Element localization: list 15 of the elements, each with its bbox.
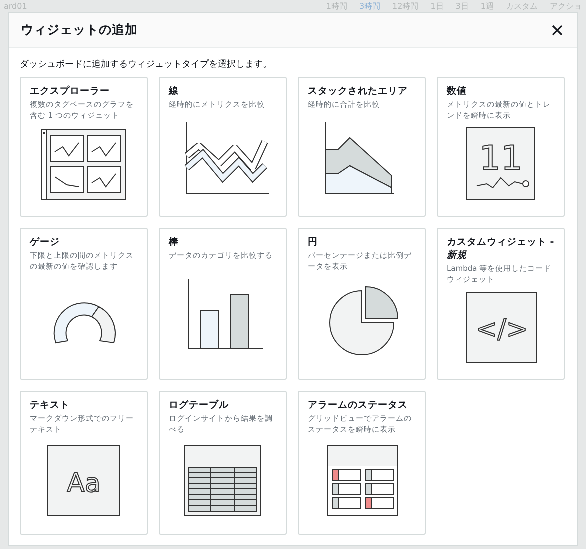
widget-title: ゲージ: [30, 237, 61, 250]
widget-title: カスタムウィジェット - 新規: [447, 237, 555, 263]
widget-title: 円: [308, 237, 319, 250]
close-icon: [552, 24, 563, 36]
widget-title: アラームのステータス: [308, 400, 409, 413]
dialog-subtitle: ダッシュボードに追加するウィジェットタイプを選択します。: [20, 58, 273, 71]
widget-title: テキスト: [30, 400, 71, 413]
dialog-title: ウィジェットの追加: [21, 22, 138, 38]
widget-title: エクスプローラー: [30, 86, 111, 99]
widget-title: スタックされたエリア: [308, 86, 409, 99]
widget-title: 棒: [169, 237, 180, 250]
widget-title: 線: [169, 86, 180, 99]
widget-title: ログテーブル: [169, 400, 230, 413]
close-button[interactable]: [550, 22, 565, 38]
widget-title: 数値: [447, 86, 468, 99]
